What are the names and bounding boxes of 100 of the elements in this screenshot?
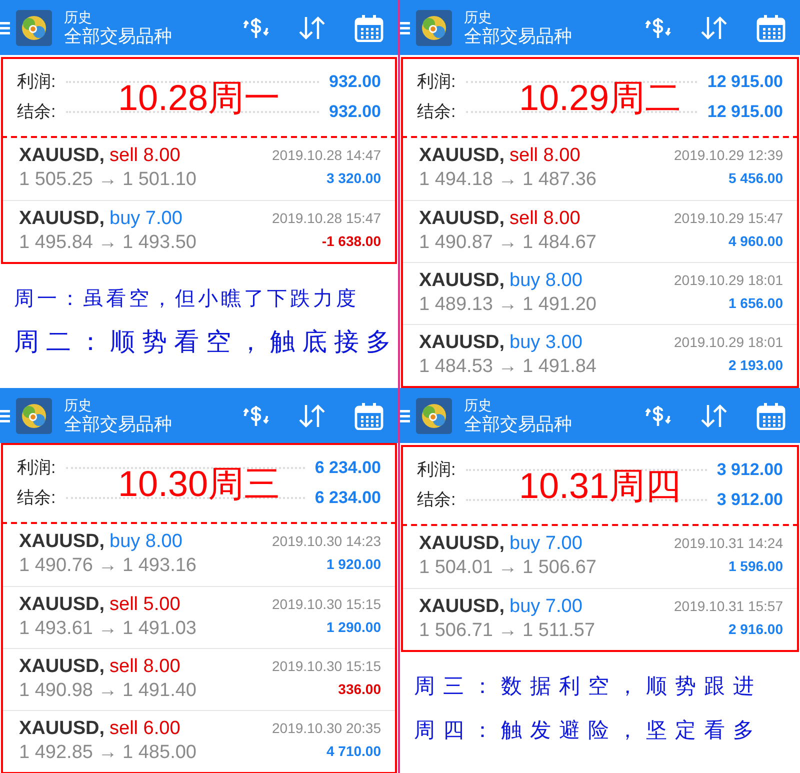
trade-row[interactable]: XAUUSD, buy 8.00 1 489.13 → 1 491.20 2019.10.29 18:01 1 656.00 — [403, 262, 797, 324]
date-label: 10.30周三 — [118, 463, 280, 504]
trade-side: buy 7.00 — [510, 532, 582, 556]
trade-symbol: XAUUSD, — [19, 207, 105, 231]
summary-value: 12 915.00 — [707, 101, 783, 124]
menu-icon[interactable] — [400, 20, 412, 36]
trade-row[interactable]: XAUUSD, buy 7.00 1 504.01 → 1 506.67 2019.10.31 14:24 1 596.00 — [403, 526, 797, 588]
trade-profit: 3 320.00 — [326, 169, 381, 188]
calendar-icon[interactable] — [354, 402, 384, 430]
summary-value: 3 912.00 — [716, 489, 783, 512]
symbol-filter[interactable]: 全部交易品种 — [464, 24, 572, 46]
app-logo-icon — [16, 398, 52, 434]
summary-value: 932.00 — [329, 101, 381, 124]
trade-row[interactable]: XAUUSD, sell 8.00 1 490.87 → 1 484.67 2019.10.29 15:47 4 960.00 — [403, 200, 797, 262]
trade-row[interactable]: XAUUSD, buy 3.00 1 484.53 → 1 491.84 2019.10.29 18:01 2 193.00 — [403, 324, 797, 386]
trade-prices: 1 492.85 → 1 485.00 — [19, 741, 196, 765]
calendar-icon[interactable] — [354, 14, 384, 42]
trade-prices: 1 504.01 → 1 506.67 — [419, 556, 596, 580]
summary-value: 932.00 — [329, 71, 381, 94]
summary-label: 结余: — [417, 489, 456, 512]
trade-symbol: XAUUSD, — [419, 269, 505, 293]
trade-time: 2019.10.28 15:47 — [272, 209, 381, 228]
trade-row[interactable]: XAUUSD, buy 8.00 1 490.76 → 1 493.16 2019.10.30 14:23 1 920.00 — [3, 524, 395, 586]
menu-icon[interactable] — [0, 408, 12, 424]
screen-title: 历史 — [64, 8, 93, 24]
trade-row[interactable]: XAUUSD, sell 8.00 1 490.98 → 1 491.40 2019.10.30 15:15 336.00 — [3, 648, 395, 710]
trade-time: 2019.10.31 15:57 — [674, 597, 783, 616]
screen-title: 历史 — [464, 8, 493, 24]
menu-icon[interactable] — [400, 408, 412, 424]
summary-value: 3 912.00 — [716, 459, 783, 482]
annotation-text: 周三：数据利空，顺势跟进 — [414, 673, 763, 700]
trade-prices: 1 495.84 → 1 493.50 — [19, 231, 196, 255]
app-logo-icon — [416, 398, 452, 434]
trade-time: 2019.10.31 14:24 — [674, 534, 783, 553]
sort-icon[interactable] — [298, 14, 326, 40]
summary-label: 结余: — [417, 101, 456, 124]
trade-row[interactable]: XAUUSD, sell 8.00 1 494.18 → 1 487.36 2019.10.29 12:39 5 456.00 — [403, 138, 797, 200]
trade-side: sell 8.00 — [510, 207, 580, 231]
sort-icon[interactable] — [700, 14, 728, 40]
trade-row[interactable]: XAUUSD, sell 8.00 1 505.25 → 1 501.10 2019.10.28 14:47 3 320.00 — [3, 138, 395, 200]
summary-label: 结余: — [17, 101, 56, 124]
trade-prices: 1 489.13 → 1 491.20 — [419, 293, 596, 317]
screen-title: 历史 — [64, 396, 93, 412]
summary-label: 利润: — [17, 457, 56, 480]
trade-prices: 1 494.18 → 1 487.36 — [419, 168, 596, 192]
trade-prices: 1 505.25 → 1 501.10 — [19, 168, 196, 192]
trade-symbol: XAUUSD, — [419, 532, 505, 556]
trade-row[interactable]: XAUUSD, buy 7.00 1 506.71 → 1 511.57 2019.10.31 15:57 2 916.00 — [403, 588, 797, 650]
trade-row[interactable]: XAUUSD, sell 6.00 1 492.85 → 1 485.00 2019.10.30 20:35 4 710.00 — [3, 710, 395, 772]
calendar-icon[interactable] — [756, 14, 786, 42]
summary-value: 12 915.00 — [707, 71, 783, 94]
app-logo-icon — [416, 10, 452, 46]
trade-symbol: XAUUSD, — [19, 144, 105, 168]
trade-side: buy 7.00 — [510, 595, 582, 619]
trade-profit: 1 920.00 — [326, 555, 381, 574]
trade-side: sell 6.00 — [110, 717, 180, 741]
trade-symbol: XAUUSD, — [19, 655, 105, 679]
trade-side: buy 8.00 — [110, 530, 182, 554]
trade-profit: 4 710.00 — [326, 742, 381, 761]
symbol-filter[interactable]: 全部交易品种 — [64, 412, 172, 434]
trade-profit: 1 290.00 — [326, 618, 381, 637]
trade-symbol: XAUUSD, — [419, 595, 505, 619]
trade-prices: 1 506.71 → 1 511.57 — [419, 619, 596, 643]
trade-time: 2019.10.29 18:01 — [674, 333, 783, 352]
annotation-text: 周四：触发避险，坚定看多 — [414, 717, 763, 744]
trade-row[interactable]: XAUUSD, buy 7.00 1 495.84 → 1 493.50 2019.10.28 15:47 -1 638.00 — [3, 200, 395, 262]
trade-prices: 1 490.87 → 1 484.67 — [419, 231, 596, 255]
trade-prices: 1 493.61 → 1 491.03 — [19, 617, 196, 641]
trade-time: 2019.10.30 15:15 — [272, 657, 381, 676]
trade-time: 2019.10.30 20:35 — [272, 719, 381, 738]
trade-time: 2019.10.29 15:47 — [674, 209, 783, 228]
annotation-text: 周一：虽看空，但小瞧了下跌力度 — [14, 285, 360, 312]
trade-profit: 1 656.00 — [728, 294, 783, 313]
trade-row[interactable]: XAUUSD, sell 5.00 1 493.61 → 1 491.03 2019.10.30 15:15 1 290.00 — [3, 586, 395, 648]
trade-side: sell 5.00 — [110, 593, 180, 617]
summary-label: 结余: — [17, 487, 56, 510]
sort-icon[interactable] — [700, 402, 728, 428]
summary-label: 利润: — [417, 459, 456, 482]
trade-profit: 4 960.00 — [728, 232, 783, 251]
trade-side: sell 8.00 — [510, 144, 580, 168]
trade-prices: 1 490.98 → 1 491.40 — [19, 679, 196, 703]
trade-symbol: XAUUSD, — [19, 530, 105, 554]
trade-symbol: XAUUSD, — [419, 207, 505, 231]
trade-side: buy 3.00 — [510, 331, 582, 355]
calendar-icon[interactable] — [756, 402, 786, 430]
trade-symbol: XAUUSD, — [19, 717, 105, 741]
sort-icon[interactable] — [298, 402, 326, 428]
trade-time: 2019.10.30 15:15 — [272, 595, 381, 614]
menu-icon[interactable] — [0, 20, 12, 36]
symbol-filter[interactable]: 全部交易品种 — [64, 24, 172, 46]
summary-label: 利润: — [17, 71, 56, 94]
date-label: 10.29周二 — [518, 77, 682, 118]
date-label: 10.31周四 — [518, 465, 682, 506]
trade-time: 2019.10.29 18:01 — [674, 271, 783, 290]
trade-prices: 1 490.76 → 1 493.16 — [19, 554, 196, 578]
trade-symbol: XAUUSD, — [419, 144, 505, 168]
trade-time: 2019.10.29 12:39 — [674, 146, 783, 165]
summary-value: 6 234.00 — [314, 487, 381, 510]
symbol-filter[interactable]: 全部交易品种 — [464, 412, 572, 434]
trade-profit: 5 456.00 — [728, 169, 783, 188]
